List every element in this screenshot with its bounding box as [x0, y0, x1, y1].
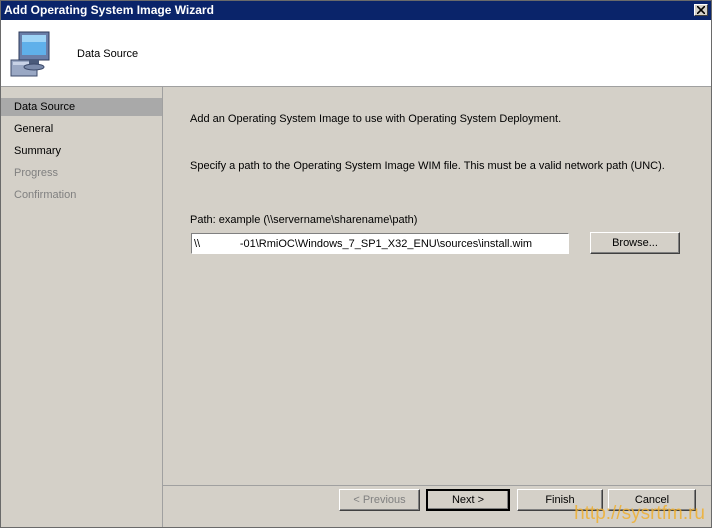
- sidebar-item-confirmation: Confirmation: [14, 189, 77, 201]
- browse-button[interactable]: Browse...: [590, 232, 680, 254]
- sidebar-item-progress: Progress: [14, 167, 59, 179]
- instructions-text: Specify a path to the Operating System I…: [190, 160, 665, 172]
- wizard-sidebar: Data Source General Summary Progress Con…: [1, 87, 163, 527]
- computer-monitor-icon: [9, 30, 53, 83]
- wizard-window: Add Operating System Image Wizard Data S…: [0, 0, 712, 528]
- sidebar-item-data-source[interactable]: Data Source: [1, 98, 162, 116]
- next-button[interactable]: Next >: [426, 489, 510, 511]
- path-input[interactable]: [191, 233, 569, 254]
- intro-text: Add an Operating System Image to use wit…: [190, 113, 562, 125]
- sidebar-item-general[interactable]: General: [1, 120, 162, 138]
- watermark-text: http://sysrtfm.ru: [574, 503, 705, 524]
- previous-button: < Previous: [339, 489, 420, 511]
- sidebar-item-summary[interactable]: Summary: [1, 142, 162, 160]
- title-bar[interactable]: Add Operating System Image Wizard: [1, 1, 711, 20]
- path-label: Path: example (\\servername\sharename\pa…: [190, 214, 418, 226]
- close-icon: [697, 6, 705, 14]
- close-button[interactable]: [694, 4, 708, 16]
- footer-divider: [163, 485, 711, 486]
- window-title: Add Operating System Image Wizard: [4, 3, 214, 17]
- page-title: Data Source: [77, 48, 139, 60]
- wizard-header: Data Source: [1, 20, 711, 87]
- wizard-content: Add an Operating System Image to use wit…: [163, 87, 711, 485]
